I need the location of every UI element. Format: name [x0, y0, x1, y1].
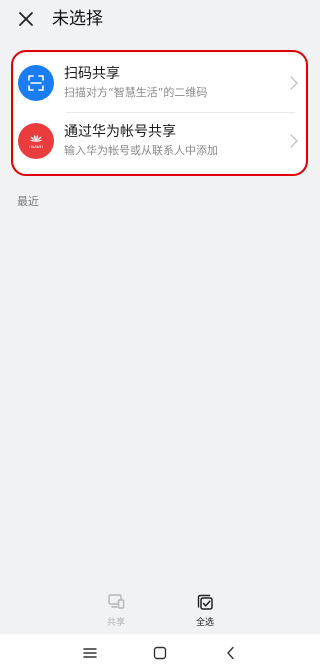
close-button[interactable] — [16, 9, 36, 29]
scan-share-title: 扫码共享 — [64, 66, 120, 82]
menu-icon — [83, 648, 97, 658]
top-bar: 未选择 — [0, 0, 320, 38]
home-square-icon — [153, 646, 167, 660]
page-title: 未选择 — [52, 9, 103, 29]
recent-section-label: 最近 — [17, 195, 39, 208]
huawei-share-title: 通过华为帐号共享 — [64, 124, 176, 140]
huawei-logo-text: HUAWEI — [29, 145, 43, 149]
huawei-account-share-option[interactable]: HUAWEI 通过华为帐号共享 输入华为帐号或从联系人中添加 — [14, 113, 305, 171]
qr-scan-icon — [18, 65, 54, 101]
select-all-tab-label: 全选 — [195, 618, 214, 628]
share-options-card: 扫码共享 扫描对方“智慧生活”的二维码 HUAWEI 通过华为帐号共享 输入华为… — [11, 50, 308, 176]
home-button[interactable] — [151, 644, 169, 662]
chevron-right-icon — [290, 134, 298, 148]
recent-apps-button[interactable] — [81, 644, 99, 662]
scan-share-subtitle: 扫描对方“智慧生活”的二维码 — [64, 86, 208, 99]
select-all-icon — [197, 594, 213, 610]
select-all-tab[interactable]: 全选 — [175, 592, 235, 632]
share-tab-label: 共享 — [106, 618, 125, 628]
huawei-logo-icon: HUAWEI — [18, 123, 54, 159]
system-navigation-bar — [0, 634, 320, 670]
share-devices-icon — [108, 594, 125, 609]
share-tab[interactable]: 共享 — [86, 592, 146, 632]
close-icon — [19, 12, 33, 26]
back-button[interactable] — [222, 644, 240, 662]
back-arrow-icon — [227, 646, 234, 660]
huawei-share-subtitle: 输入华为帐号或从联系人中添加 — [64, 144, 218, 157]
bottom-action-bar: 共享 全选 — [0, 582, 320, 634]
chevron-right-icon — [290, 76, 298, 90]
scan-share-option[interactable]: 扫码共享 扫描对方“智慧生活”的二维码 — [14, 55, 305, 113]
